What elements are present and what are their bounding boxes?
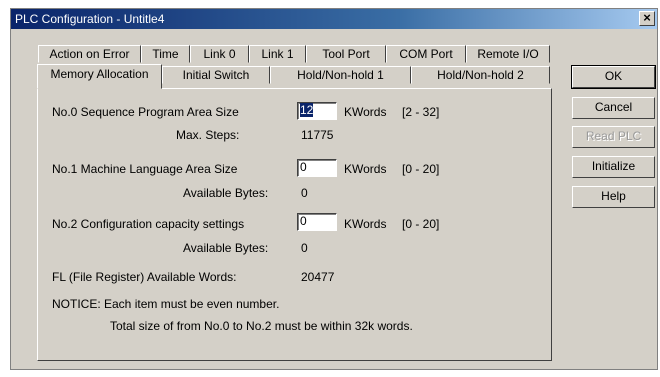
- initialize-button[interactable]: Initialize: [572, 156, 655, 178]
- tab-hold-non-hold-1[interactable]: Hold/Non-hold 1: [270, 66, 411, 84]
- available-bytes-2-label: Available Bytes:: [183, 241, 269, 255]
- tab-time[interactable]: Time: [141, 45, 190, 63]
- tab-tool-port[interactable]: Tool Port: [306, 45, 386, 63]
- no0-size-input[interactable]: 12: [297, 102, 337, 120]
- no2-range: [0 - 20]: [402, 217, 440, 231]
- no1-unit: KWords: [344, 162, 387, 176]
- memory-allocation-panel: No.0 Sequence Program Area Size 12 KWord…: [37, 88, 552, 361]
- no1-size-input[interactable]: 0: [297, 159, 337, 177]
- tab-link-1[interactable]: Link 1: [249, 45, 306, 63]
- fl-value: 20477: [301, 270, 335, 284]
- help-button[interactable]: Help: [572, 186, 655, 208]
- tab-remote-io[interactable]: Remote I/O: [466, 45, 550, 63]
- no2-size-input[interactable]: 0: [297, 213, 337, 231]
- cancel-button[interactable]: Cancel: [572, 97, 655, 119]
- notice-line-2: Total size of from No.0 to No.2 must be …: [110, 319, 413, 333]
- tab-hold-non-hold-2[interactable]: Hold/Non-hold 2: [411, 66, 550, 84]
- read-plc-button: Read PLC: [572, 126, 655, 148]
- no1-range: [0 - 20]: [402, 162, 440, 176]
- fl-label: FL (File Register) Available Words:: [52, 270, 237, 284]
- no0-unit: KWords: [344, 105, 387, 119]
- tab-link-0[interactable]: Link 0: [190, 45, 249, 63]
- title-bar[interactable]: PLC Configuration - Untitle4 ×: [11, 9, 657, 29]
- max-steps-value: 11775: [301, 128, 334, 142]
- max-steps-label: Max. Steps:: [176, 128, 240, 142]
- window-title: PLC Configuration - Untitle4: [15, 12, 165, 26]
- available-bytes-1-value: 0: [301, 186, 308, 200]
- no2-label: No.2 Configuration capacity settings: [52, 217, 245, 231]
- no2-unit: KWords: [344, 217, 387, 231]
- tab-com-port[interactable]: COM Port: [386, 45, 466, 63]
- ok-button[interactable]: OK: [571, 65, 656, 89]
- notice-line-1: NOTICE: Each item must be even number.: [52, 297, 280, 311]
- no0-size-value: 12: [300, 103, 314, 117]
- no0-range: [2 - 32]: [402, 105, 440, 119]
- tab-initial-switch[interactable]: Initial Switch: [162, 66, 270, 84]
- tab-memory-allocation[interactable]: Memory Allocation: [37, 64, 162, 89]
- available-bytes-2-value: 0: [301, 241, 308, 255]
- no0-label: No.0 Sequence Program Area Size: [52, 105, 239, 119]
- available-bytes-1-label: Available Bytes:: [183, 186, 269, 200]
- close-icon[interactable]: ×: [639, 11, 655, 26]
- tab-action-on-error[interactable]: Action on Error: [38, 45, 141, 63]
- no1-label: No.1 Machine Language Area Size: [52, 162, 238, 176]
- plc-configuration-dialog: PLC Configuration - Untitle4 × Action on…: [10, 8, 658, 370]
